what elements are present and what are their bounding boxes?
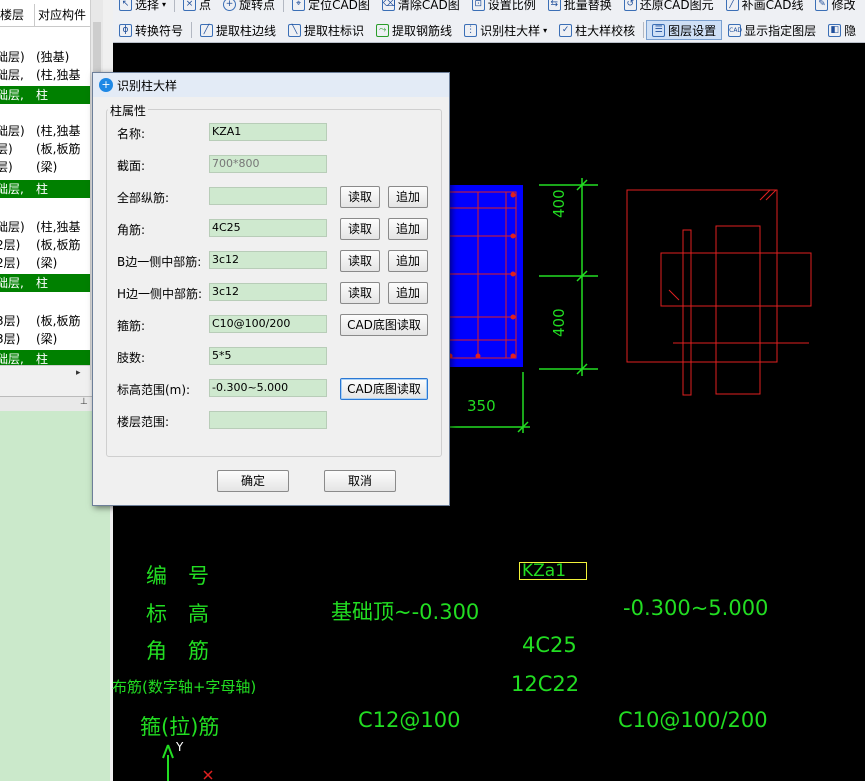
stirrup-value-1: C12@100: [358, 708, 461, 732]
elevation-value-2: -0.300~5.000: [623, 596, 769, 620]
all-rebar-label: 全部纵筋:: [117, 191, 170, 205]
floor-range-field[interactable]: [209, 411, 327, 429]
b-side-field[interactable]: 3c12: [209, 251, 327, 269]
cancel-button[interactable]: 取消: [324, 470, 396, 492]
corner-rebar-value: 4C25: [522, 633, 577, 657]
app-icon: +: [99, 78, 113, 92]
stirrup-value-2: C10@100/200: [618, 708, 768, 732]
identify-column-detail-dialog: + 识别柱大样 柱属性 名称: KZA1 截面: 700*800 全部纵筋: 读…: [92, 72, 450, 506]
dimension-text-bottom: 400: [550, 308, 568, 337]
corner-rebar-label: 角筋:: [117, 223, 146, 237]
corner-read-button[interactable]: 读取: [340, 218, 380, 240]
corner-append-button[interactable]: 追加: [388, 218, 428, 240]
dialog-title-bar[interactable]: + 识别柱大样: [93, 73, 449, 97]
all-rebar-field[interactable]: [209, 187, 327, 205]
section-label: 截面:: [117, 159, 146, 173]
label-stirrup: 箍(拉)筋: [140, 715, 220, 739]
y-axis: [162, 744, 174, 781]
legs-field[interactable]: 5*5: [209, 347, 327, 365]
all-rebar-read-button[interactable]: 读取: [340, 186, 380, 208]
label-elevation: 标 高: [146, 602, 209, 626]
ok-button[interactable]: 确定: [217, 470, 289, 492]
stirrup-cad-read-button[interactable]: CAD底图读取: [340, 314, 428, 336]
stirrup-label: 箍筋:: [117, 319, 146, 333]
stirrup-field[interactable]: C10@100/200: [209, 315, 327, 333]
b-side-label: B边一侧中部筋:: [117, 255, 202, 269]
column-detail-drawing: [626, 189, 812, 396]
b-side-read-button[interactable]: 读取: [340, 250, 380, 272]
dimension-text-top: 400: [550, 189, 568, 218]
elevation-value-1: 基础顶~-0.300: [331, 600, 480, 624]
corner-rebar-field[interactable]: 4C25: [209, 219, 327, 237]
section-field[interactable]: 700*800: [209, 155, 327, 173]
name-field[interactable]: KZA1: [209, 123, 327, 141]
elevation-field[interactable]: -0.300~5.000: [209, 379, 327, 397]
b-side-append-button[interactable]: 追加: [388, 250, 428, 272]
h-side-field[interactable]: 3c12: [209, 283, 327, 301]
floor-range-label: 楼层范围:: [117, 415, 170, 429]
label-code: 编 号: [146, 564, 209, 588]
dimension-text-width: 350: [467, 397, 496, 415]
y-axis-label: Y: [176, 740, 184, 754]
elevation-cad-read-button[interactable]: CAD底图读取: [340, 378, 428, 400]
h-side-append-button[interactable]: 追加: [388, 282, 428, 304]
middle-rebar-value: 12C22: [511, 672, 580, 696]
h-side-label: H边一侧中部筋:: [117, 287, 203, 301]
column-code-value[interactable]: KZa1: [519, 562, 587, 580]
all-rebar-append-button[interactable]: 追加: [388, 186, 428, 208]
label-corner-rebar: 角 筋: [146, 639, 209, 663]
x-axis-marker: [203, 770, 213, 780]
h-side-read-button[interactable]: 读取: [340, 282, 380, 304]
label-middle-rebar: 布筋(数字轴+字母轴): [112, 678, 257, 696]
elevation-label: 标高范围(m):: [117, 383, 191, 397]
dialog-title: 识别柱大样: [117, 79, 178, 93]
name-label: 名称:: [117, 127, 146, 141]
group-title: 柱属性: [108, 102, 149, 119]
legs-label: 肢数:: [117, 351, 146, 365]
